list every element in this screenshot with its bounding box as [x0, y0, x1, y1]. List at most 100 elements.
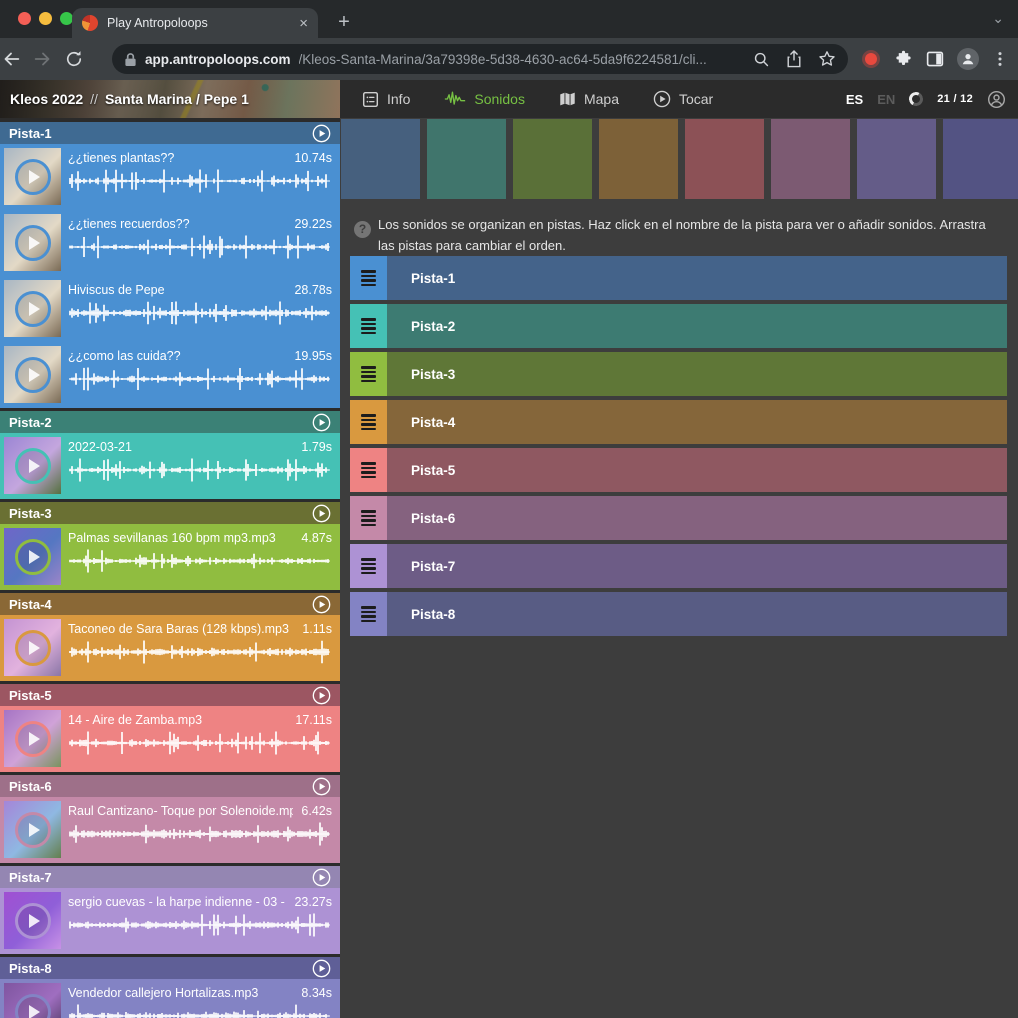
reload-button[interactable] — [64, 49, 96, 69]
audio-clip[interactable]: 14 - Aire de Zamba.mp3 17.11s — [0, 706, 340, 772]
clip-thumbnail[interactable] — [4, 346, 61, 403]
clip-play-overlay-icon[interactable] — [15, 630, 51, 666]
track-play-circle-icon[interactable] — [312, 504, 331, 523]
clip-thumbnail[interactable] — [4, 214, 61, 271]
audio-clip[interactable]: ¿¿tienes recuerdos?? 29.22s — [0, 210, 340, 276]
map-thumbnail-banner[interactable]: Kleos 2022 // Santa Marina / Pepe 1 — [0, 80, 340, 118]
track-drag-handle[interactable] — [350, 352, 387, 396]
track-drag-handle[interactable] — [350, 256, 387, 300]
audio-clip[interactable]: sergio cuevas - la harpe indienne - 03 -… — [0, 888, 340, 954]
clip-play-overlay-icon[interactable] — [15, 225, 51, 261]
track-drag-handle[interactable] — [350, 304, 387, 348]
lang-en-button[interactable]: EN — [877, 92, 895, 107]
extensions-puzzle-icon[interactable] — [894, 50, 913, 69]
track-row-name-button[interactable]: Pista-6 — [387, 496, 1007, 540]
forward-button[interactable] — [32, 48, 64, 70]
close-window-button[interactable] — [18, 12, 31, 25]
clip-play-overlay-icon[interactable] — [15, 159, 51, 195]
clip-play-overlay-icon[interactable] — [15, 721, 51, 757]
clip-play-overlay-icon[interactable] — [15, 994, 51, 1018]
track-color-swatch-5[interactable] — [685, 119, 764, 199]
clip-thumbnail[interactable] — [4, 619, 61, 676]
waveform[interactable] — [68, 912, 332, 938]
recording-extension-icon[interactable] — [865, 53, 877, 65]
track-play-circle-icon[interactable] — [312, 413, 331, 432]
track-play-circle-icon[interactable] — [312, 868, 331, 887]
clip-play-overlay-icon[interactable] — [15, 812, 51, 848]
sidebar-track-header[interactable]: Pista-8 — [0, 957, 340, 979]
clip-thumbnail[interactable] — [4, 983, 61, 1018]
share-icon[interactable] — [786, 50, 802, 68]
waveform[interactable] — [68, 548, 332, 574]
waveform[interactable] — [68, 457, 332, 483]
track-row-name-button[interactable]: Pista-3 — [387, 352, 1007, 396]
audio-clip[interactable]: Raul Cantizano- Toque por Solenoide.mp3 … — [0, 797, 340, 863]
audio-clip[interactable]: ¿¿tienes plantas?? 10.74s — [0, 144, 340, 210]
waveform[interactable] — [68, 234, 332, 260]
sidebar-track-header[interactable]: Pista-4 — [0, 593, 340, 615]
waveform[interactable] — [68, 168, 332, 194]
track-row-name-button[interactable]: Pista-7 — [387, 544, 1007, 588]
bookmark-star-icon[interactable] — [818, 50, 836, 68]
audio-clip[interactable]: Hiviscus de Pepe 28.78s — [0, 276, 340, 342]
browser-tab[interactable]: Play Antropoloops × — [72, 8, 318, 38]
nav-tab-tocar[interactable]: Tocar — [653, 90, 713, 108]
audio-clip[interactable]: ¿¿como las cuida?? 19.95s — [0, 342, 340, 408]
clip-play-overlay-icon[interactable] — [15, 357, 51, 393]
side-panel-icon[interactable] — [926, 50, 944, 68]
minimize-window-button[interactable] — [39, 12, 52, 25]
track-play-circle-icon[interactable] — [312, 595, 331, 614]
sidebar-track-header[interactable]: Pista-3 — [0, 502, 340, 524]
waveform[interactable] — [68, 1003, 332, 1018]
track-drag-handle[interactable] — [350, 448, 387, 492]
waveform[interactable] — [68, 639, 332, 665]
track-drag-handle[interactable] — [350, 496, 387, 540]
track-play-circle-icon[interactable] — [312, 124, 331, 143]
audio-clip[interactable]: Taconeo de Sara Baras (128 kbps).mp3 1.1… — [0, 615, 340, 681]
waveform[interactable] — [68, 821, 332, 847]
track-color-swatch-4[interactable] — [599, 119, 678, 199]
track-color-swatch-1[interactable] — [341, 119, 420, 199]
clip-thumbnail[interactable] — [4, 280, 61, 337]
audio-clip[interactable]: 2022-03-21 1.79s — [0, 433, 340, 499]
address-bar[interactable]: app.antropoloops.com/Kleos-Santa-Marina/… — [112, 44, 848, 74]
track-row-name-button[interactable]: Pista-1 — [387, 256, 1007, 300]
clip-thumbnail[interactable] — [4, 710, 61, 767]
nav-tab-sonidos[interactable]: Sonidos — [444, 91, 525, 107]
nav-tab-mapa[interactable]: Mapa — [559, 91, 619, 107]
clip-thumbnail[interactable] — [4, 437, 61, 494]
track-color-swatch-6[interactable] — [771, 119, 850, 199]
waveform[interactable] — [68, 366, 332, 392]
waveform[interactable] — [68, 730, 332, 756]
lang-es-button[interactable]: ES — [846, 92, 863, 107]
track-play-circle-icon[interactable] — [312, 959, 331, 978]
sidebar-track-header[interactable]: Pista-5 — [0, 684, 340, 706]
browser-profile-avatar[interactable] — [957, 48, 979, 70]
track-color-swatch-8[interactable] — [943, 119, 1018, 199]
clip-thumbnail[interactable] — [4, 528, 61, 585]
audio-clip[interactable]: Palmas sevillanas 160 bpm mp3.mp3 4.87s — [0, 524, 340, 590]
track-play-circle-icon[interactable] — [312, 686, 331, 705]
clip-play-overlay-icon[interactable] — [15, 448, 51, 484]
track-row-name-button[interactable]: Pista-4 — [387, 400, 1007, 444]
clip-play-overlay-icon[interactable] — [15, 539, 51, 575]
waveform[interactable] — [68, 300, 332, 326]
clip-play-overlay-icon[interactable] — [15, 903, 51, 939]
sidebar-track-header[interactable]: Pista-1 — [0, 122, 340, 144]
track-play-circle-icon[interactable] — [312, 777, 331, 796]
audio-clip[interactable]: Vendedor callejero Hortalizas.mp3 8.34s — [0, 979, 340, 1018]
clip-thumbnail[interactable] — [4, 892, 61, 949]
clip-play-overlay-icon[interactable] — [15, 291, 51, 327]
tab-close-icon[interactable]: × — [299, 16, 308, 31]
clip-thumbnail[interactable] — [4, 148, 61, 205]
track-row-name-button[interactable]: Pista-5 — [387, 448, 1007, 492]
track-color-swatch-2[interactable] — [427, 119, 506, 199]
sidebar-track-header[interactable]: Pista-7 — [0, 866, 340, 888]
track-row-name-button[interactable]: Pista-2 — [387, 304, 1007, 348]
new-tab-button[interactable]: + — [331, 9, 357, 35]
breadcrumb-project[interactable]: Kleos 2022 — [10, 91, 83, 107]
clip-thumbnail[interactable] — [4, 801, 61, 858]
track-color-swatch-3[interactable] — [513, 119, 592, 199]
zoom-icon[interactable] — [753, 51, 770, 68]
browser-menu-icon[interactable] — [992, 50, 1008, 68]
